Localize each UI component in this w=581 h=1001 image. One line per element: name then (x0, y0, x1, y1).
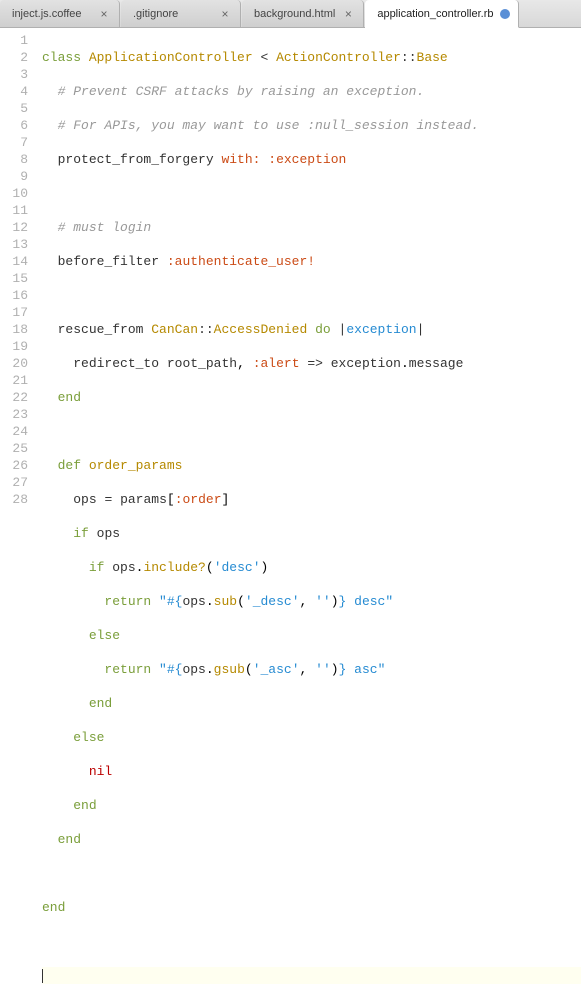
code-line: ops = params[:order] (42, 491, 581, 508)
code-line: end (42, 899, 581, 916)
line-number: 16 (0, 287, 28, 304)
code-area[interactable]: class ApplicationController < ActionCont… (36, 28, 581, 520)
code-line (42, 185, 581, 202)
code-line: def order_params (42, 457, 581, 474)
line-number: 21 (0, 372, 28, 389)
tab-application-controller[interactable]: application_controller.rb (365, 0, 518, 28)
line-number: 6 (0, 117, 28, 134)
line-number: 17 (0, 304, 28, 321)
line-number: 25 (0, 440, 28, 457)
code-line (42, 933, 581, 950)
line-number: 24 (0, 423, 28, 440)
line-number: 11 (0, 202, 28, 219)
code-line (42, 423, 581, 440)
code-line: return "#{ops.gsub('_asc', '')} asc" (42, 661, 581, 678)
cursor-icon (42, 969, 43, 983)
tab-label: background.html (254, 8, 335, 20)
line-number-gutter: 1 2 3 4 5 6 7 8 9 10 11 12 13 14 15 16 1… (0, 28, 36, 520)
line-number: 13 (0, 236, 28, 253)
line-number: 22 (0, 389, 28, 406)
tab-background[interactable]: background.html × (242, 0, 364, 27)
line-number: 8 (0, 151, 28, 168)
code-line: end (42, 695, 581, 712)
line-number: 23 (0, 406, 28, 423)
code-line: redirect_to root_path, :alert => excepti… (42, 355, 581, 372)
line-number: 3 (0, 66, 28, 83)
close-icon[interactable]: × (218, 7, 232, 21)
line-number: 7 (0, 134, 28, 151)
code-line: else (42, 729, 581, 746)
code-line: if ops (42, 525, 581, 542)
line-number: 10 (0, 185, 28, 202)
close-icon[interactable]: × (341, 7, 355, 21)
code-line: protect_from_forgery with: :exception (42, 151, 581, 168)
tab-label: inject.js.coffee (12, 8, 91, 20)
code-line: end (42, 797, 581, 814)
code-editor[interactable]: 1 2 3 4 5 6 7 8 9 10 11 12 13 14 15 16 1… (0, 28, 581, 520)
code-line: # must login (42, 219, 581, 236)
line-number: 5 (0, 100, 28, 117)
line-number: 14 (0, 253, 28, 270)
line-number: 4 (0, 83, 28, 100)
tab-label: .gitignore (133, 8, 212, 20)
line-number: 28 (0, 491, 28, 508)
code-line: if ops.include?('desc') (42, 559, 581, 576)
code-line: return "#{ops.sub('_desc', '')} desc" (42, 593, 581, 610)
dirty-indicator-icon (500, 9, 510, 19)
close-icon[interactable]: × (97, 7, 111, 21)
code-line: nil (42, 763, 581, 780)
line-number: 20 (0, 355, 28, 372)
tab-bar: inject.js.coffee × .gitignore × backgrou… (0, 0, 581, 28)
code-line: before_filter :authenticate_user! (42, 253, 581, 270)
line-number: 12 (0, 219, 28, 236)
tab-label: application_controller.rb (377, 8, 493, 20)
code-line (42, 287, 581, 304)
code-line: rescue_from CanCan::AccessDenied do |exc… (42, 321, 581, 338)
code-line: class ApplicationController < ActionCont… (42, 49, 581, 66)
line-number: 2 (0, 49, 28, 66)
tab-gitignore[interactable]: .gitignore × (121, 0, 241, 27)
code-line: else (42, 627, 581, 644)
code-line-current (42, 967, 581, 984)
line-number: 18 (0, 321, 28, 338)
line-number: 9 (0, 168, 28, 185)
line-number: 19 (0, 338, 28, 355)
line-number: 1 (0, 32, 28, 49)
line-number: 26 (0, 457, 28, 474)
line-number: 27 (0, 474, 28, 491)
tab-inject[interactable]: inject.js.coffee × (0, 0, 120, 27)
code-line: end (42, 389, 581, 406)
code-line: end (42, 831, 581, 848)
code-line: # Prevent CSRF attacks by raising an exc… (42, 83, 581, 100)
line-number: 15 (0, 270, 28, 287)
code-line (42, 865, 581, 882)
code-line: # For APIs, you may want to use :null_se… (42, 117, 581, 134)
